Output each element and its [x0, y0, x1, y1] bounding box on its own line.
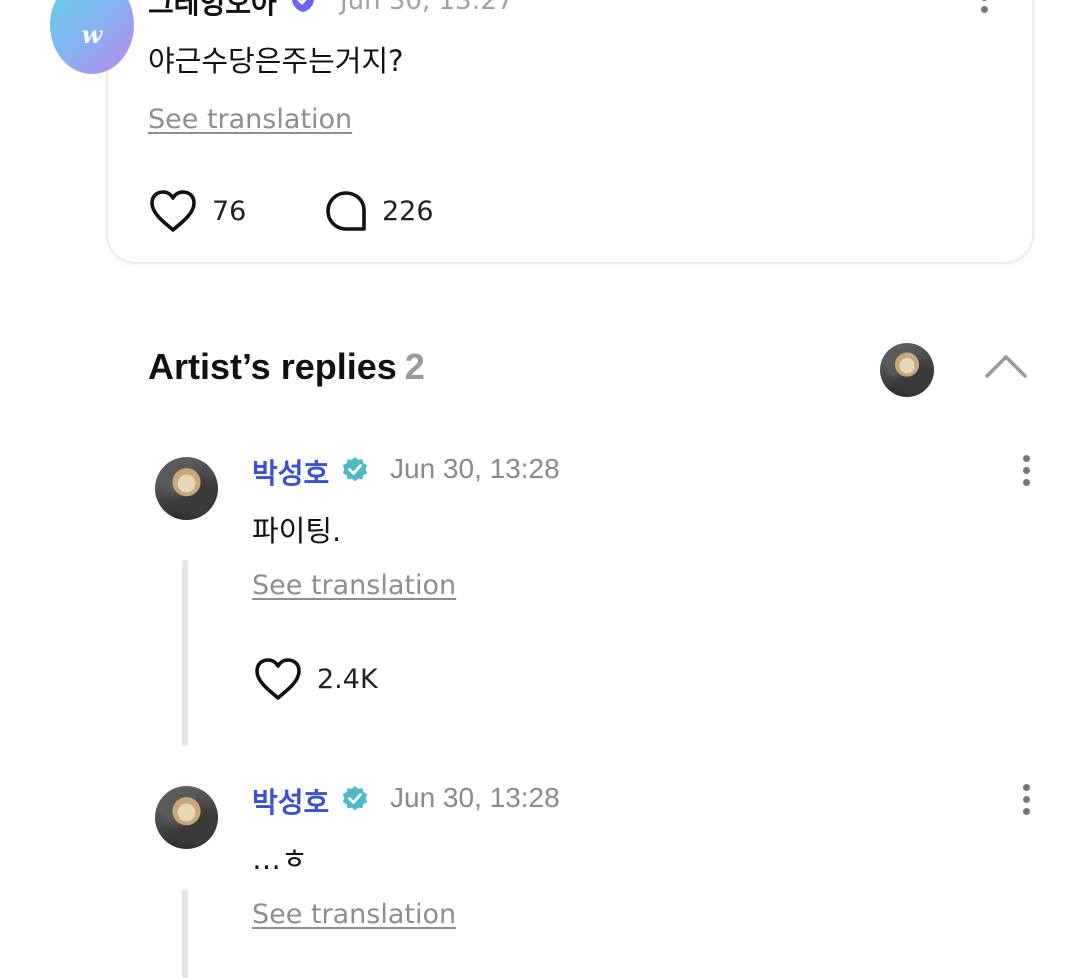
reply-body: …ㅎ [252, 842, 308, 876]
reply-see-translation-link[interactable]: See translation [252, 899, 456, 930]
reply-author-name[interactable]: 박성호 [252, 781, 329, 821]
heart-icon [150, 190, 196, 232]
post-comment-count: 226 [382, 195, 434, 227]
reply-like-count: 2.4K [317, 663, 378, 695]
verified-badge-icon [342, 786, 368, 811]
reply-author-avatar[interactable] [155, 457, 218, 520]
post-author-name[interactable]: 그레잉오아 [148, 0, 277, 22]
artist-replies-title: Artist’s replies 2 [148, 346, 425, 388]
reply-author-avatar[interactable] [155, 786, 218, 849]
post-body: 야근수당은주는거지? [148, 44, 404, 78]
chevron-up-icon[interactable] [984, 352, 1028, 380]
comment-bubble-icon [326, 191, 366, 231]
reply-more-options-icon[interactable] [1021, 455, 1031, 491]
post-date: Jun 30, 13:27 [340, 0, 514, 16]
reply-body: 파이팅. [252, 514, 342, 548]
thread-line [182, 560, 188, 746]
reply-date: Jun 30, 13:28 [390, 782, 560, 813]
heart-icon [255, 658, 301, 700]
reply-author-name[interactable]: 박성호 [252, 452, 329, 492]
post-see-translation-link[interactable]: See translation [148, 104, 352, 135]
reply-more-options-icon[interactable] [1021, 784, 1031, 820]
artist-avatar-small[interactable] [880, 343, 934, 397]
reply-date: Jun 30, 13:28 [390, 453, 560, 484]
post-like-count: 76 [212, 195, 247, 227]
avatar-letter: w [81, 19, 103, 49]
post-comment-button[interactable]: 226 [324, 189, 434, 233]
post-more-options-icon[interactable] [979, 0, 989, 18]
reply-like-button[interactable]: 2.4K [253, 656, 378, 702]
artist-replies-label: Artist’s replies [148, 346, 397, 387]
post-like-button[interactable]: 76 [148, 188, 246, 234]
thread-line [182, 890, 188, 978]
reply-see-translation-link[interactable]: See translation [252, 570, 456, 601]
verified-badge-icon [342, 457, 368, 482]
artist-replies-count: 2 [404, 346, 425, 387]
shield-badge-icon [292, 0, 314, 12]
